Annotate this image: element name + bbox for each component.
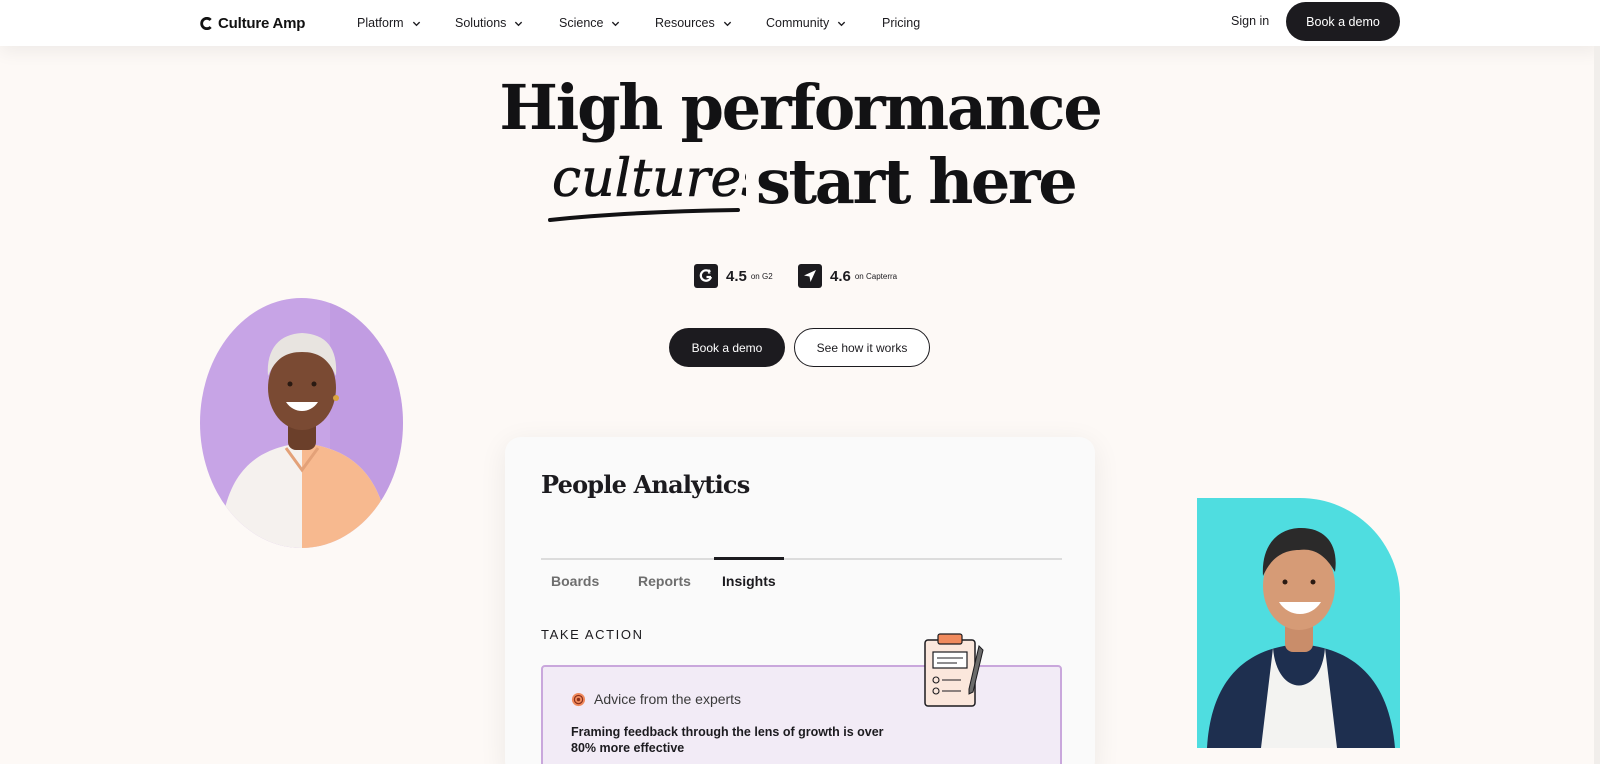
hero-headline-line1: High performance xyxy=(499,71,1102,144)
see-how-it-works-button[interactable]: See how it works xyxy=(794,328,930,367)
nav-community-label: Community xyxy=(766,16,830,30)
g2-icon: 2 xyxy=(694,264,718,288)
rating-g2-source: on G2 xyxy=(750,271,773,281)
nav-science[interactable]: Science xyxy=(559,14,620,32)
advice-body-text: Framing feedback through the lens of gro… xyxy=(571,725,884,755)
culture-amp-logo[interactable]: Culture Amp xyxy=(200,12,305,34)
tab-reports[interactable]: Reports xyxy=(638,573,691,589)
nav-book-demo-button[interactable]: Book a demo xyxy=(1286,2,1400,41)
nav-science-label: Science xyxy=(559,16,604,30)
hero-script-word: cultures xyxy=(548,149,746,222)
culture-amp-logo-icon xyxy=(200,16,212,30)
logo-text: Culture Amp xyxy=(218,14,306,32)
portrait-photo-right xyxy=(1197,498,1400,748)
advice-heading-text: Advice from the experts xyxy=(594,691,742,707)
tab-insights[interactable]: Insights xyxy=(722,573,776,589)
card-title: People Analytics xyxy=(541,470,750,499)
hero-headline-rest: start here xyxy=(756,145,1078,218)
sign-in-link[interactable]: Sign in xyxy=(1231,14,1269,28)
hero-headline-line2: cultures start here xyxy=(0,144,1600,234)
rating-g2[interactable]: 2 4.5 on G2 xyxy=(694,263,773,289)
chevron-down-icon xyxy=(838,21,846,26)
rating-g2-score: 4.5 xyxy=(726,267,747,285)
tabs-track xyxy=(541,558,1062,560)
rating-capterra[interactable]: 4.6 on Capterra xyxy=(798,263,897,289)
portrait-left-illustration xyxy=(200,298,403,548)
svg-text:2: 2 xyxy=(708,270,711,276)
advice-heading: Advice from the experts xyxy=(571,691,741,707)
portrait-photo-left xyxy=(200,298,403,548)
section-label-take-action: TAKE ACTION xyxy=(541,627,644,642)
chevron-down-icon xyxy=(723,21,731,26)
hero-script-underline xyxy=(548,208,740,222)
people-analytics-card: People Analytics Boards Reports Insights… xyxy=(505,437,1095,764)
top-nav: Culture Amp Platform Solutions Science R… xyxy=(0,0,1600,46)
chevron-down-icon xyxy=(412,21,420,26)
capterra-icon xyxy=(798,264,822,288)
nav-solutions-label: Solutions xyxy=(455,16,507,30)
tab-boards[interactable]: Boards xyxy=(551,573,599,589)
book-demo-button[interactable]: Book a demo xyxy=(669,328,785,367)
rating-capterra-source: on Capterra xyxy=(854,271,898,281)
nav-community[interactable]: Community xyxy=(766,14,846,32)
chevron-down-icon xyxy=(612,21,620,26)
nav-pricing-label: Pricing xyxy=(882,16,921,30)
active-tab-indicator xyxy=(714,557,784,560)
nav-platform[interactable]: Platform xyxy=(357,14,421,32)
nav-platform-label: Platform xyxy=(357,16,404,30)
chevron-down-icon xyxy=(515,21,523,26)
rating-capterra-score: 4.6 xyxy=(830,267,851,285)
nav-resources-label: Resources xyxy=(655,16,715,30)
portrait-right-illustration xyxy=(1197,498,1400,748)
hero-script-word-text: cultures xyxy=(552,149,746,209)
nav-pricing[interactable]: Pricing xyxy=(882,14,920,32)
clipboard-illustration-icon xyxy=(924,633,984,707)
nav-solutions[interactable]: Solutions xyxy=(455,14,523,32)
target-icon xyxy=(571,692,586,706)
nav-resources[interactable]: Resources xyxy=(655,14,732,32)
